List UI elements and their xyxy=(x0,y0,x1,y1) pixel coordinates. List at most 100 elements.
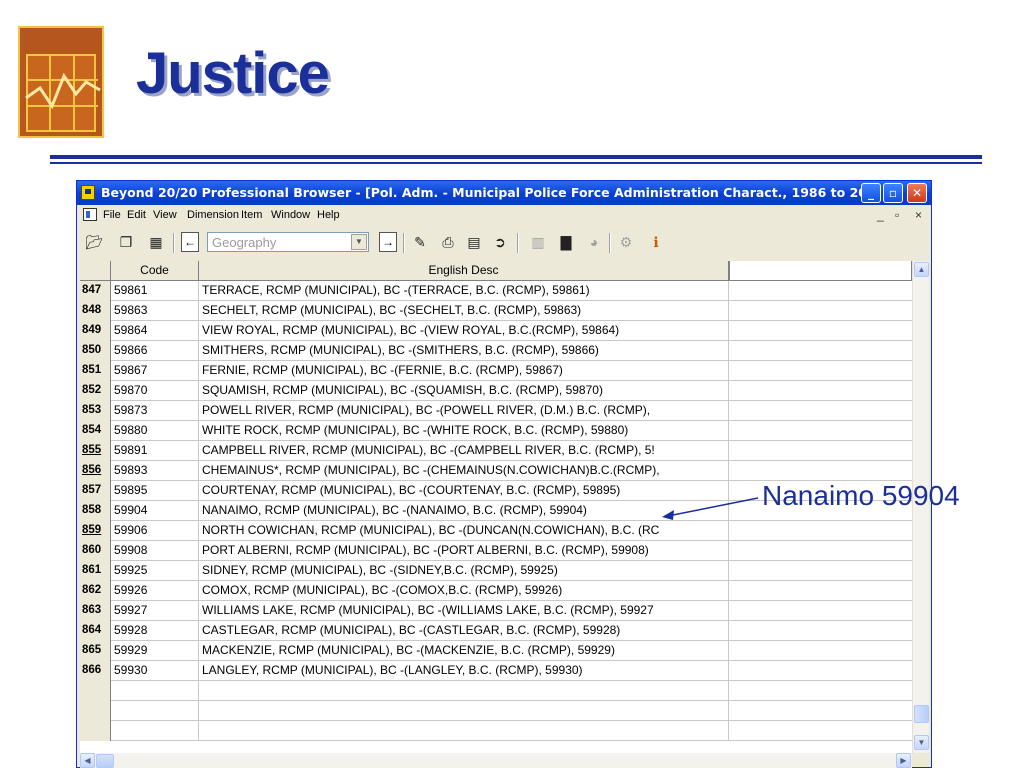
table-row[interactable]: 849 59864 VIEW ROYAL, RCMP (MUNICIPAL), BC… xyxy=(80,321,912,341)
corner-cell[interactable] xyxy=(80,261,111,281)
code-cell[interactable]: 59864 xyxy=(111,321,199,341)
document-icon[interactable] xyxy=(83,208,97,221)
code-cell[interactable]: 59891 xyxy=(111,441,199,461)
dimension-combo[interactable]: Geography ▼ xyxy=(207,232,369,252)
english-desc-cell[interactable]: SMITHERS, RCMP (MUNICIPAL), BC -(SMITHER… xyxy=(199,341,729,361)
empty-cell[interactable] xyxy=(729,441,912,461)
row-number[interactable] xyxy=(80,681,111,701)
mdi-close-button[interactable]: × xyxy=(915,208,922,222)
row-number[interactable]: 864 xyxy=(80,621,111,641)
empty-cell[interactable] xyxy=(729,621,912,641)
empty-cell[interactable] xyxy=(729,661,912,681)
code-cell[interactable]: 59928 xyxy=(111,621,199,641)
code-cell[interactable]: 59861 xyxy=(111,281,199,301)
scroll-up-button[interactable]: ▲ xyxy=(914,262,929,277)
open-folder-icon[interactable]: 📂︎ xyxy=(85,233,103,251)
empty-cell[interactable] xyxy=(729,541,912,561)
row-number[interactable]: 856 xyxy=(80,461,111,481)
pie-chart-icon[interactable]: ◕ xyxy=(585,233,603,251)
close-button[interactable]: ✕ xyxy=(907,183,927,203)
english-desc-cell[interactable]: SIDNEY, RCMP (MUNICIPAL), BC -(SIDNEY,B.… xyxy=(199,561,729,581)
chevron-down-icon[interactable]: ▼ xyxy=(351,234,367,250)
empty-cell[interactable] xyxy=(729,361,912,381)
table-row[interactable]: 851 59867 FERNIE, RCMP (MUNICIPAL), BC -(F… xyxy=(80,361,912,381)
table-row[interactable]: 848 59863 SECHELT, RCMP (MUNICIPAL), BC -(… xyxy=(80,301,912,321)
table-row[interactable]: 862 59926 COMOX, RCMP (MUNICIPAL), BC -(CO… xyxy=(80,581,912,601)
english-desc-cell[interactable]: COURTENAY, RCMP (MUNICIPAL), BC -(COURTE… xyxy=(199,481,729,501)
table-row[interactable]: 855 59891 CAMPBELL RIVER, RCMP (MUNICIPAL)… xyxy=(80,441,912,461)
horizontal-scroll-thumb[interactable] xyxy=(96,754,114,768)
table-row[interactable]: 853 59873 POWELL RIVER, RCMP (MUNICIPAL), … xyxy=(80,401,912,421)
code-cell[interactable]: 59863 xyxy=(111,301,199,321)
table-row[interactable]: 860 59908 PORT ALBERNI, RCMP (MUNICIPAL), … xyxy=(80,541,912,561)
english-desc-cell[interactable]: WHITE ROCK, RCMP (MUNICIPAL), BC -(WHITE… xyxy=(199,421,729,441)
english-desc-cell[interactable]: POWELL RIVER, RCMP (MUNICIPAL), BC -(POW… xyxy=(199,401,729,421)
code-cell[interactable]: 59870 xyxy=(111,381,199,401)
print-icon[interactable]: ⎙ xyxy=(439,233,457,251)
table-row[interactable]: 850 59866 SMITHERS, RCMP (MUNICIPAL), BC -… xyxy=(80,341,912,361)
code-cell[interactable]: 59908 xyxy=(111,541,199,561)
pencil-icon[interactable]: ✎ xyxy=(411,233,429,251)
bar-chart-icon[interactable]: ▇ xyxy=(557,233,575,251)
row-number[interactable]: 858 xyxy=(80,501,111,521)
row-number[interactable]: 850 xyxy=(80,341,111,361)
next-dimension-button[interactable]: → xyxy=(379,232,397,252)
empty-row[interactable] xyxy=(80,681,912,701)
code-cell[interactable]: 59925 xyxy=(111,561,199,581)
code-cell[interactable]: 59904 xyxy=(111,501,199,521)
copy-icon[interactable]: ❐ xyxy=(117,233,135,251)
row-number[interactable]: 853 xyxy=(80,401,111,421)
empty-cell[interactable] xyxy=(729,561,912,581)
column-header-code[interactable]: Code xyxy=(111,261,199,281)
maximize-button[interactable]: ▫ xyxy=(883,183,903,203)
empty-cell[interactable] xyxy=(729,701,912,721)
table-row[interactable]: 861 59925 SIDNEY, RCMP (MUNICIPAL), BC -(S… xyxy=(80,561,912,581)
english-desc-cell[interactable]: NORTH COWICHAN, RCMP (MUNICIPAL), BC -(D… xyxy=(199,521,729,541)
empty-cell[interactable] xyxy=(729,601,912,621)
minimize-button[interactable]: _ xyxy=(861,183,881,203)
row-number[interactable]: 854 xyxy=(80,421,111,441)
empty-cell[interactable] xyxy=(729,281,912,301)
code-cell[interactable]: 59929 xyxy=(111,641,199,661)
english-desc-cell[interactable]: FERNIE, RCMP (MUNICIPAL), BC -(FERNIE, B… xyxy=(199,361,729,381)
scroll-thumb[interactable] xyxy=(914,705,929,723)
code-cell[interactable]: 59930 xyxy=(111,661,199,681)
empty-cell[interactable] xyxy=(729,421,912,441)
export-icon[interactable]: ▤ xyxy=(465,233,483,251)
english-desc-cell[interactable]: LANGLEY, RCMP (MUNICIPAL), BC -(LANGLEY,… xyxy=(199,661,729,681)
grid-icon[interactable]: ▥ xyxy=(529,233,547,251)
code-cell[interactable]: 59927 xyxy=(111,601,199,621)
code-cell[interactable]: 59880 xyxy=(111,421,199,441)
english-desc-cell[interactable]: SECHELT, RCMP (MUNICIPAL), BC -(SECHELT,… xyxy=(199,301,729,321)
settings-icon[interactable]: ⚙ xyxy=(617,233,635,251)
link-icon[interactable]: ➲ xyxy=(491,233,509,251)
table-icon[interactable]: ▦ xyxy=(147,233,165,251)
code-cell[interactable] xyxy=(111,681,199,701)
empty-cell[interactable] xyxy=(729,381,912,401)
table-row[interactable]: 865 59929 MACKENZIE, RCMP (MUNICIPAL), BC … xyxy=(80,641,912,661)
code-cell[interactable]: 59866 xyxy=(111,341,199,361)
row-number[interactable]: 866 xyxy=(80,661,111,681)
empty-cell[interactable] xyxy=(729,641,912,661)
mdi-restore-button[interactable]: ▫ xyxy=(895,208,899,222)
menu-item[interactable]: Item xyxy=(241,209,262,221)
english-desc-cell[interactable]: VIEW ROYAL, RCMP (MUNICIPAL), BC -(VIEW … xyxy=(199,321,729,341)
menu-help[interactable]: Help xyxy=(317,209,340,221)
empty-row[interactable] xyxy=(80,721,912,741)
table-row[interactable]: 859 59906 NORTH COWICHAN, RCMP (MUNICIPAL)… xyxy=(80,521,912,541)
column-header-english-desc[interactable]: English Desc xyxy=(199,261,729,281)
english-desc-cell[interactable]: MACKENZIE, RCMP (MUNICIPAL), BC -(MACKEN… xyxy=(199,641,729,661)
row-number[interactable]: 849 xyxy=(80,321,111,341)
menu-dimension[interactable]: Dimension xyxy=(187,209,239,221)
scroll-left-button[interactable]: ◀ xyxy=(80,753,95,768)
scroll-right-button[interactable]: ▶ xyxy=(896,753,911,768)
empty-cell[interactable] xyxy=(729,461,912,481)
row-number[interactable]: 852 xyxy=(80,381,111,401)
horizontal-scrollbar[interactable]: ◀ ▶ xyxy=(80,753,912,768)
code-cell[interactable]: 59906 xyxy=(111,521,199,541)
row-number[interactable] xyxy=(80,721,111,741)
scroll-down-button[interactable]: ▼ xyxy=(914,735,929,750)
row-number[interactable]: 861 xyxy=(80,561,111,581)
code-cell[interactable] xyxy=(111,721,199,741)
row-number[interactable]: 862 xyxy=(80,581,111,601)
